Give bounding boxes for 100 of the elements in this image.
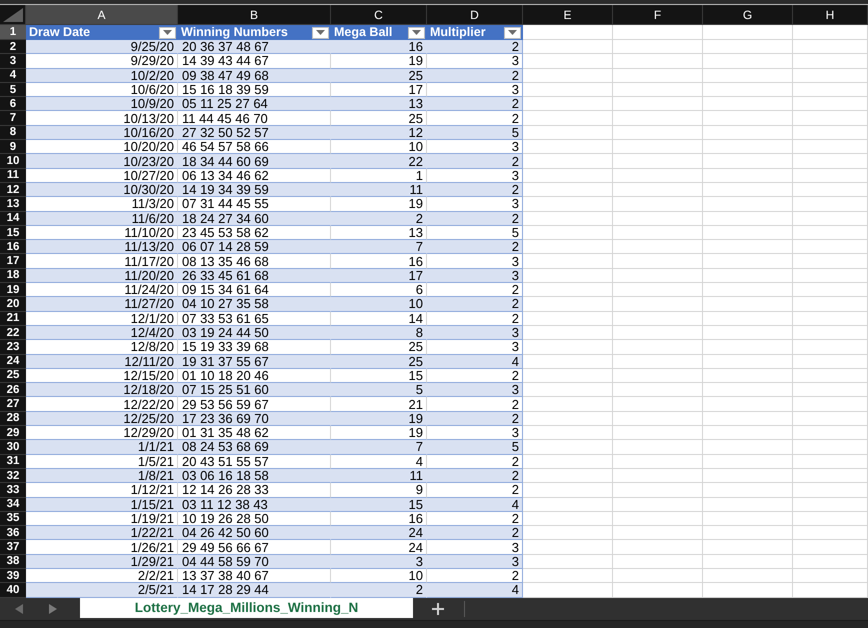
column-title: Winning Numbers: [181, 26, 288, 39]
table-cell: 03 19 24 44 50: [178, 326, 331, 340]
row-number[interactable]: 24: [0, 354, 26, 369]
row-number[interactable]: 20: [0, 297, 26, 312]
table-cell: 11/24/20: [26, 283, 178, 298]
table-cell: 2/5/21: [26, 583, 178, 598]
row-number[interactable]: 18: [0, 268, 26, 284]
row-number[interactable]: 31: [0, 454, 26, 469]
row-number[interactable]: 35: [0, 512, 26, 526]
table-cell: 1/22/21: [26, 526, 178, 540]
row-number[interactable]: 11: [0, 168, 26, 183]
column-letter[interactable]: E: [523, 5, 613, 25]
table-cell: 11 44 45 46 70: [178, 111, 331, 126]
table-cell: 26 33 45 61 68: [178, 268, 331, 284]
row-number[interactable]: 4: [0, 68, 26, 83]
row-number[interactable]: 30: [0, 440, 26, 455]
table-cell: 01 10 18 20 46: [178, 368, 331, 384]
filter-button[interactable]: [408, 26, 425, 38]
table-cell: 10: [331, 568, 427, 584]
row-number[interactable]: 13: [0, 197, 26, 212]
table-cell: 1/1/21: [26, 440, 178, 455]
table-cell: 2: [427, 368, 523, 384]
table-cell: 13: [331, 97, 427, 112]
table-cell: 18 34 44 60 69: [178, 154, 331, 169]
sheet-tab[interactable]: Lottery_Mega_Millions_Winning_N: [80, 598, 413, 618]
filter-button[interactable]: [312, 26, 329, 38]
table-cell: 12/29/20: [26, 426, 178, 440]
row-number[interactable]: 34: [0, 498, 26, 512]
table-cell: 5: [427, 226, 523, 240]
table-cell: 2: [427, 397, 523, 412]
table-cell: 7: [331, 440, 427, 455]
row-number[interactable]: 19: [0, 283, 26, 298]
table-cell: 3: [427, 383, 523, 398]
row-number[interactable]: 40: [0, 583, 26, 598]
row-number[interactable]: 16: [0, 240, 26, 254]
column-letter[interactable]: H: [793, 5, 868, 25]
table-cell: 19: [331, 426, 427, 440]
table-cell: 3: [427, 326, 523, 340]
table-cell: 2: [427, 483, 523, 498]
row-number[interactable]: 27: [0, 397, 26, 412]
table-cell: 18 24 27 34 60: [178, 212, 331, 226]
row-number[interactable]: 22: [0, 326, 26, 340]
row-number[interactable]: 12: [0, 182, 26, 198]
filter-button[interactable]: [159, 26, 176, 38]
row-number[interactable]: 6: [0, 97, 26, 112]
row-number[interactable]: 37: [0, 540, 26, 555]
column-letter[interactable]: G: [703, 5, 793, 25]
row-number[interactable]: 3: [0, 54, 26, 69]
row-number[interactable]: 10: [0, 154, 26, 169]
column-letter[interactable]: B: [178, 5, 331, 25]
row-number[interactable]: 21: [0, 312, 26, 326]
filter-button[interactable]: [504, 26, 521, 38]
row-number[interactable]: 5: [0, 82, 26, 98]
table-cell: 25: [331, 340, 427, 355]
table-cell: 2: [427, 312, 523, 326]
row-number[interactable]: 32: [0, 468, 26, 484]
row-number[interactable]: 38: [0, 554, 26, 569]
table-cell: 07 31 44 45 55: [178, 197, 331, 212]
column-letter[interactable]: F: [613, 5, 703, 25]
table-cell: 46 54 57 58 66: [178, 140, 331, 154]
row-number[interactable]: 36: [0, 526, 26, 540]
table-cell: 19: [331, 197, 427, 212]
row-number[interactable]: 26: [0, 383, 26, 398]
row-number[interactable]: 28: [0, 412, 26, 426]
column-letter[interactable]: A: [26, 5, 178, 25]
row-number[interactable]: 15: [0, 226, 26, 240]
row-number[interactable]: 39: [0, 568, 26, 584]
row-number[interactable]: 23: [0, 340, 26, 355]
table-cell: 2: [427, 240, 523, 254]
row-number[interactable]: 33: [0, 483, 26, 498]
row-number[interactable]: 29: [0, 426, 26, 440]
table-cell: 24: [331, 540, 427, 555]
table-cell: 29 53 56 59 67: [178, 397, 331, 412]
table-cell: 4: [427, 498, 523, 512]
row-number[interactable]: 17: [0, 254, 26, 269]
row-number[interactable]: 1: [0, 25, 26, 40]
table-cell: 13 37 38 40 67: [178, 568, 331, 584]
table-cell: 13: [331, 226, 427, 240]
column-letter[interactable]: D: [427, 5, 523, 25]
plus-icon[interactable]: [432, 602, 444, 615]
table-cell: 3: [427, 540, 523, 555]
row-number[interactable]: 8: [0, 126, 26, 140]
column-letter[interactable]: C: [331, 5, 427, 25]
table-cell: 1/19/21: [26, 512, 178, 526]
row-number[interactable]: 2: [0, 40, 26, 54]
table-cell: 9/25/20: [26, 40, 178, 54]
table-cell: 04 26 42 50 60: [178, 526, 331, 540]
table-cell: 06 07 14 28 59: [178, 240, 331, 254]
select-all-button[interactable]: [0, 5, 26, 25]
left-arrow-icon[interactable]: [15, 604, 23, 614]
row-number[interactable]: 7: [0, 111, 26, 126]
table-cell: 1/29/21: [26, 554, 178, 569]
table-cell: 9/29/20: [26, 54, 178, 69]
row-number[interactable]: 9: [0, 140, 26, 154]
row-number[interactable]: 14: [0, 212, 26, 226]
table-cell: 11/27/20: [26, 297, 178, 312]
row-number[interactable]: 25: [0, 368, 26, 384]
table-cell: 11/10/20: [26, 226, 178, 240]
table-cell: 11/6/20: [26, 212, 178, 226]
right-arrow-icon[interactable]: [49, 604, 57, 614]
